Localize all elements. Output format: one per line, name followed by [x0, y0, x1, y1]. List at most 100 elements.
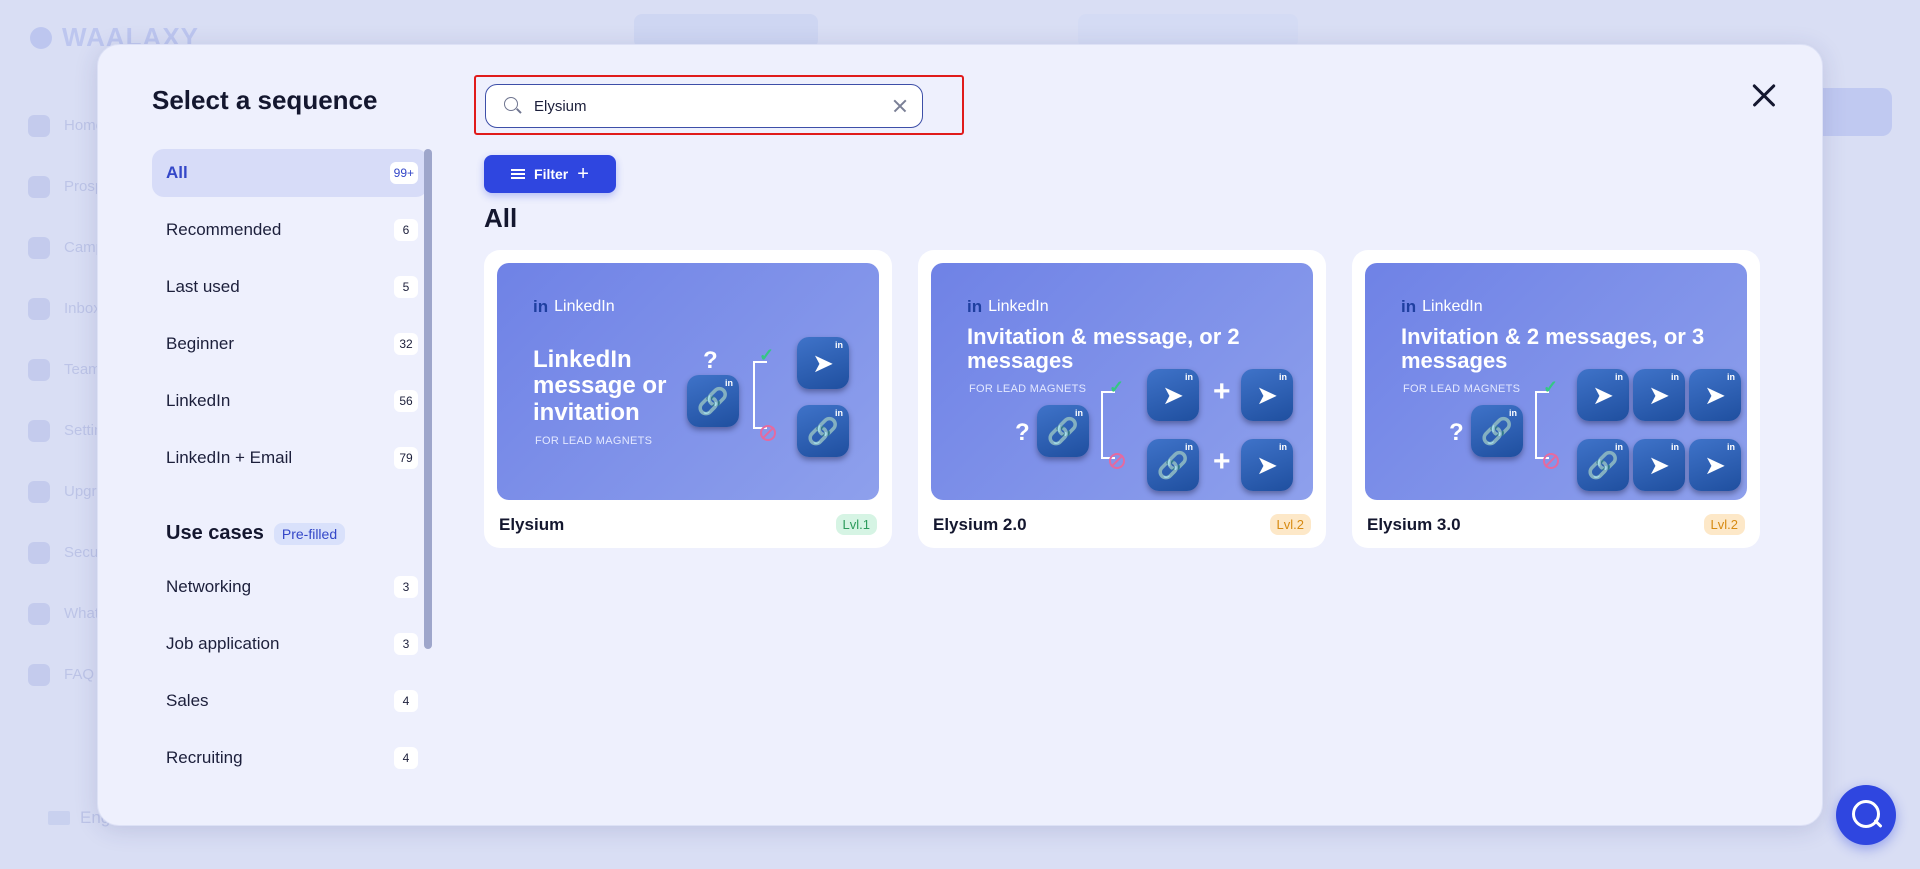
sidebar-item-label: LinkedIn: [166, 391, 231, 410]
sidebar-item-count: 56: [394, 390, 418, 412]
help-search-button[interactable]: [1836, 785, 1896, 845]
card-headline: Invitation & 2 messages, or 3 messages: [1401, 324, 1705, 374]
linkedin-icon: in: [533, 297, 549, 316]
sidebar-item-label: All: [166, 163, 188, 182]
filter-button[interactable]: Filter +: [484, 155, 616, 193]
sidebar-item-label: LinkedIn + Email: [166, 448, 293, 467]
declined-icon: [1543, 453, 1559, 469]
level-badge: Lvl.1: [835, 514, 877, 535]
message-icon: ➤ in: [1577, 369, 1629, 421]
search-input[interactable]: [534, 97, 892, 115]
message-icon: ➤ in: [1147, 369, 1199, 421]
search-box[interactable]: [485, 84, 923, 128]
message-icon: ➤ in: [1633, 439, 1685, 491]
linkedin-icon: in: [967, 297, 983, 316]
sidebar-item-label: Recommended: [166, 220, 282, 239]
sidebar-item-linkedin-email[interactable]: LinkedIn + Email 79: [152, 434, 428, 482]
sidebar-item-count: 99+: [389, 162, 418, 184]
sidebar-item-count: 5: [394, 276, 418, 298]
message-icon: ➤ in: [1241, 439, 1293, 491]
linkedin-brand: in LinkedIn: [533, 297, 615, 316]
sliders-icon: [511, 168, 526, 180]
invitation-icon: 🔗 in: [1577, 439, 1629, 491]
declined-icon: [1109, 453, 1125, 469]
sidebar-item-all[interactable]: All 99+: [152, 149, 428, 197]
sidebar-item-networking[interactable]: Networking 3: [152, 563, 428, 611]
sidebar-item-sales[interactable]: Sales 4: [152, 677, 428, 725]
question-icon: ?: [703, 347, 718, 374]
modal-title: Select a sequence: [152, 85, 378, 115]
section-heading: All: [484, 203, 518, 233]
sidebar-item-label: Recruiting: [166, 748, 243, 767]
sequence-card-elysium[interactable]: in LinkedIn LinkedIn message or invitatio…: [484, 250, 892, 548]
sidebar-item-label: Job application: [166, 634, 280, 653]
card-headline: LinkedIn message or invitation: [533, 346, 667, 426]
card-footer: Elysium Lvl.1: [497, 500, 879, 535]
plus-icon: +: [577, 163, 589, 185]
invitation-icon: 🔗 in: [1037, 405, 1089, 457]
use-cases-title: Use cases: [166, 522, 264, 544]
close-icon[interactable]: [1746, 78, 1780, 112]
invitation-icon: 🔗 in: [1471, 405, 1523, 457]
level-badge: Lvl.2: [1703, 514, 1745, 535]
card-name: Elysium 3.0: [1367, 514, 1461, 534]
sidebar-item-count: 32: [394, 333, 418, 355]
sidebar-item-label: Sales: [166, 691, 209, 710]
card-name: Elysium: [499, 514, 565, 534]
card-footer: Elysium 3.0 Lvl.2: [1365, 500, 1747, 535]
branch-connector: [1101, 391, 1115, 459]
search-icon: [504, 97, 522, 115]
sidebar-item-count: 4: [394, 747, 418, 769]
check-icon: ✓: [1109, 377, 1125, 397]
sidebar-item-recruiting[interactable]: Recruiting 4: [152, 734, 428, 782]
message-icon: ➤ in: [1689, 439, 1741, 491]
sidebar-item-count: 6: [394, 219, 418, 241]
card-headline: Invitation & message, or 2 messages: [967, 324, 1240, 374]
sidebar-item-job-application[interactable]: Job application 3: [152, 620, 428, 668]
sidebar-item-beginner[interactable]: Beginner 32: [152, 320, 428, 368]
sidebar-item-count: 4: [394, 690, 418, 712]
sidebar-item-count: 79: [394, 447, 418, 469]
invitation-icon: 🔗 in: [687, 375, 739, 427]
use-cases-header: Use cases Pre-filled: [166, 522, 428, 545]
sidebar-scrollbar[interactable]: [424, 149, 432, 649]
sidebar-item-label: Beginner: [166, 334, 235, 353]
linkedin-brand: in LinkedIn: [967, 297, 1049, 316]
search-highlight: [474, 75, 964, 135]
card-subtitle: FOR LEAD MAGNETS: [969, 383, 1087, 395]
card-subtitle: FOR LEAD MAGNETS: [535, 435, 653, 447]
declined-icon: [760, 425, 776, 441]
branch-connector: [753, 361, 767, 429]
check-icon: ✓: [759, 345, 775, 365]
sequence-card-list: in LinkedIn LinkedIn message or invitatio…: [484, 250, 1760, 548]
filter-label: Filter: [534, 166, 569, 182]
message-icon: ➤ in: [1633, 369, 1685, 421]
plus-icon: +: [1213, 445, 1231, 478]
linkedin-icon: in: [1401, 297, 1417, 316]
sequence-illustration: in LinkedIn Invitation & 2 messages, or 3…: [1365, 263, 1747, 500]
clear-search-icon[interactable]: [892, 98, 908, 114]
sequence-card-elysium-2[interactable]: in LinkedIn Invitation & message, or 2 me…: [918, 250, 1326, 548]
sequence-illustration: in LinkedIn LinkedIn message or invitatio…: [497, 263, 879, 500]
sidebar-item-recommended[interactable]: Recommended 6: [152, 206, 428, 254]
card-name: Elysium 2.0: [933, 514, 1027, 534]
select-sequence-modal: Select a sequence Filter + All All 99+ R…: [97, 44, 1823, 826]
card-subtitle: FOR LEAD MAGNETS: [1403, 383, 1521, 395]
sequence-illustration: in LinkedIn Invitation & message, or 2 me…: [931, 263, 1313, 500]
sidebar-item-label: Last used: [166, 277, 240, 296]
linkedin-brand: in LinkedIn: [1401, 297, 1483, 316]
prefilled-badge: Pre-filled: [273, 522, 346, 545]
check-icon: ✓: [1543, 377, 1559, 397]
sequence-card-elysium-3[interactable]: in LinkedIn Invitation & 2 messages, or 3…: [1352, 250, 1760, 548]
message-icon: ➤ in: [797, 337, 849, 389]
category-sidebar: All 99+ Recommended 6 Last used 5 Beginn…: [152, 149, 428, 825]
invitation-icon: 🔗 in: [1147, 439, 1199, 491]
level-badge: Lvl.2: [1269, 514, 1311, 535]
sidebar-item-count: 3: [394, 576, 418, 598]
card-footer: Elysium 2.0 Lvl.2: [931, 500, 1313, 535]
sidebar-item-linkedin[interactable]: LinkedIn 56: [152, 377, 428, 425]
invitation-icon: 🔗 in: [797, 405, 849, 457]
branch-connector: [1535, 391, 1549, 459]
sidebar-item-last-used[interactable]: Last used 5: [152, 263, 428, 311]
plus-icon: +: [1213, 375, 1231, 408]
